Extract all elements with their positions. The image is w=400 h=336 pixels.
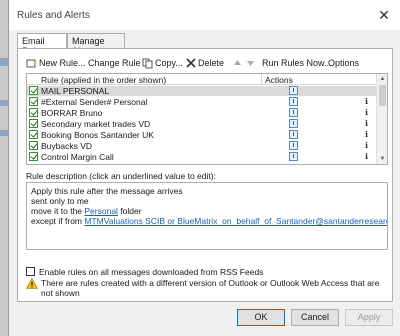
- description-text: folder: [117, 206, 142, 216]
- sender-exception-link[interactable]: MTMValuations SCIB or BlueMatrix_on_beha…: [84, 216, 387, 226]
- rss-checkbox-label: Enable rules on all messages downloaded …: [39, 266, 264, 277]
- rule-name: #External Sender# Personal: [41, 97, 148, 107]
- move-down-button[interactable]: [246, 56, 257, 70]
- scrollbar-thumb[interactable]: [379, 85, 386, 106]
- rules-toolbar: New Rule... Change Rule ▼ Copy... Delete: [26, 56, 386, 70]
- close-icon[interactable]: ✕: [375, 6, 393, 24]
- rules-list[interactable]: Rule (applied in the order shown) Action…: [26, 73, 388, 165]
- rule-enabled-checkbox[interactable]: [29, 86, 38, 95]
- move-to-folder-icon: [289, 86, 298, 95]
- description-text: move it to the: [31, 206, 85, 216]
- column-header-actions[interactable]: Actions: [265, 75, 293, 85]
- copy-rule-label: Copy...: [155, 58, 183, 68]
- move-to-folder-icon: [289, 108, 298, 117]
- rule-info-icon: ℹ: [365, 97, 369, 106]
- new-rule-icon: [26, 57, 37, 67]
- description-line: sent only to me: [31, 196, 89, 206]
- rule-row[interactable]: BORRAR Bruno ℹ: [27, 108, 377, 118]
- rss-checkbox[interactable]: [26, 267, 35, 276]
- arrow-up-icon: [234, 59, 241, 65]
- background-thumb: [0, 130, 8, 136]
- rule-row[interactable]: MAIL PERSONAL: [27, 86, 377, 96]
- new-rule-button[interactable]: New Rule...: [26, 56, 86, 70]
- rule-name: BORRAR Bruno: [41, 108, 103, 118]
- copy-rule-button[interactable]: Copy...: [142, 56, 183, 70]
- rule-name: MAIL PERSONAL: [41, 86, 110, 96]
- rule-enabled-checkbox[interactable]: [29, 108, 38, 117]
- tab-manage-alerts[interactable]: Manage Alerts: [67, 33, 125, 56]
- move-to-folder-icon: [289, 119, 298, 128]
- move-to-folder-icon: [289, 141, 298, 150]
- column-divider: [261, 74, 262, 85]
- rule-info-icon: ℹ: [365, 108, 369, 117]
- description-line: except if from MTMValuations SCIB or Blu…: [31, 216, 387, 226]
- rules-list-header: Rule (applied in the order shown) Action…: [27, 74, 377, 85]
- title-bar: Rules and Alerts ✕: [9, 0, 400, 30]
- description-line: move it to the Personal folder: [31, 206, 142, 216]
- tab-email-rules[interactable]: Email Rules: [17, 33, 67, 56]
- run-rules-now-button[interactable]: Run Rules Now...: [262, 56, 332, 70]
- rule-info-icon: ℹ: [365, 141, 369, 150]
- new-rule-label: New Rule...: [39, 58, 86, 68]
- rules-and-alerts-dialog: Rules and Alerts ✕ Email Rules Manage Al…: [8, 0, 400, 336]
- rule-info-icon: ℹ: [365, 152, 369, 161]
- move-to-folder-icon: [289, 97, 298, 106]
- background-thumb: [0, 100, 8, 106]
- rule-info-icon: ℹ: [365, 130, 369, 139]
- rule-info-icon: ℹ: [365, 119, 369, 128]
- delete-rule-label: Delete: [198, 58, 225, 68]
- rss-rules-option[interactable]: Enable rules on all messages downloaded …: [26, 266, 263, 277]
- rule-name: Control Margin Call: [41, 152, 114, 162]
- rule-enabled-checkbox[interactable]: [29, 97, 38, 106]
- background-thumb: [0, 58, 8, 66]
- column-header-rule[interactable]: Rule (applied in the order shown): [41, 75, 166, 85]
- folder-link[interactable]: Personal: [84, 206, 118, 216]
- rule-enabled-checkbox[interactable]: [29, 119, 38, 128]
- rule-row[interactable]: Booking Bonos Santander UK ℹ: [27, 130, 377, 140]
- description-line: Apply this rule after the message arrive…: [31, 186, 183, 196]
- email-rules-panel: New Rule... Change Rule ▼ Copy... Delete: [17, 48, 393, 302]
- apply-button[interactable]: Apply: [345, 309, 393, 326]
- ok-button[interactable]: OK: [237, 309, 285, 326]
- rule-row[interactable]: Secondary market trades VD ℹ: [27, 119, 377, 129]
- copy-icon: [142, 58, 153, 68]
- delete-icon: [186, 58, 196, 68]
- background-window-strip: [0, 0, 8, 336]
- warning-text: There are rules created with a different…: [41, 278, 380, 298]
- rule-enabled-checkbox[interactable]: [29, 152, 38, 161]
- rule-description-box: Apply this rule after the message arrive…: [26, 182, 388, 250]
- rule-row[interactable]: Control Margin Call ℹ: [27, 152, 377, 162]
- rule-enabled-checkbox[interactable]: [29, 130, 38, 139]
- scroll-up-icon[interactable]: ▲: [377, 74, 387, 84]
- description-text: except if from: [31, 216, 85, 226]
- rule-name: Buybacks VD: [41, 141, 93, 151]
- move-to-folder-icon: [289, 152, 298, 161]
- rule-name: Secondary market trades VD: [41, 119, 151, 129]
- rule-row[interactable]: Buybacks VD ℹ: [27, 141, 377, 151]
- window-title: Rules and Alerts: [17, 10, 90, 21]
- change-rule-label: Change Rule: [88, 58, 141, 68]
- rules-scrollbar[interactable]: ▲ ▼: [376, 74, 387, 164]
- rule-description-label: Rule description (click an underlined va…: [26, 171, 216, 181]
- options-label: Options: [328, 58, 360, 68]
- move-up-button[interactable]: [233, 56, 244, 70]
- hidden-rules-warning: There are rules created with a different…: [26, 278, 388, 298]
- run-rules-now-label: Run Rules Now...: [262, 58, 332, 68]
- delete-rule-button[interactable]: Delete: [186, 56, 224, 70]
- change-rule-button[interactable]: Change Rule ▼: [88, 56, 149, 70]
- rule-row[interactable]: #External Sender# Personal ℹ: [27, 97, 377, 107]
- cancel-button[interactable]: Cancel: [291, 309, 339, 326]
- move-to-folder-icon: [289, 130, 298, 139]
- scroll-down-icon[interactable]: ▼: [377, 154, 387, 164]
- rule-name: Booking Bonos Santander UK: [41, 130, 154, 140]
- options-button[interactable]: Options: [328, 56, 359, 70]
- arrow-down-icon: [247, 60, 254, 66]
- rule-enabled-checkbox[interactable]: [29, 141, 38, 150]
- warning-icon: [26, 278, 38, 289]
